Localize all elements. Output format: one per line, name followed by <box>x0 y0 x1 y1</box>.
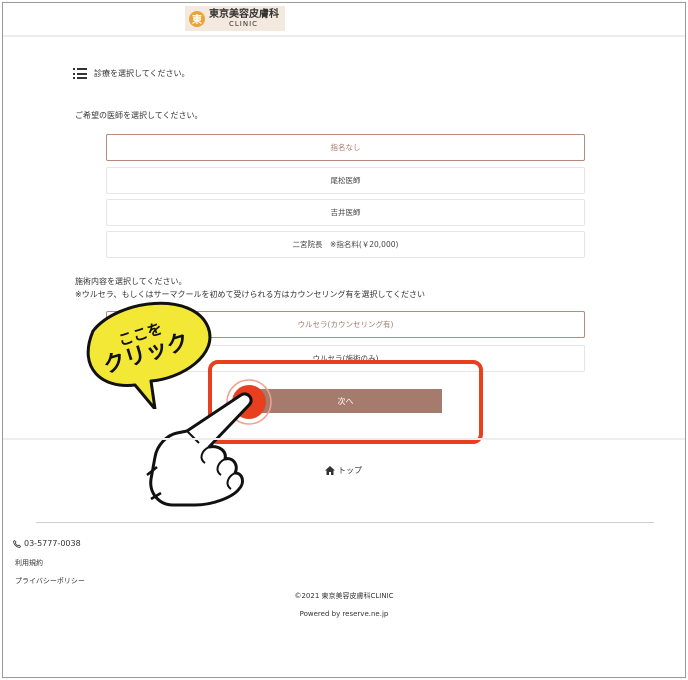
logo-name-en: CLINIC <box>229 19 259 28</box>
content-divider <box>3 438 685 440</box>
treatment-prompt-line1: 施術内容を選択してください。 <box>75 277 187 286</box>
doctor-option-yoshii[interactable]: 吉井医師 <box>106 199 585 226</box>
site-header: 東 東京美容皮膚科 CLINIC <box>3 3 685 37</box>
powered-by[interactable]: Powered by reserve.ne.jp <box>3 610 685 618</box>
treatment-prompt-line2: ※ウルセラ、もしくはサーマクールを初めて受けられる方はカウンセリング有を選択して… <box>75 290 426 299</box>
page-frame: 東 東京美容皮膚科 CLINIC 診療を選択してください。 ご希望の医師を選択し… <box>2 2 686 678</box>
doctor-prompt: ご希望の医師を選択してください。 <box>75 111 203 120</box>
copyright: ©2021 東京美容皮膚科CLINIC <box>294 592 394 600</box>
section-heading-text: 診療を選択してください。 <box>94 69 190 78</box>
phone-icon <box>13 539 21 548</box>
phone-number[interactable]: 03-5777-0038 <box>13 539 81 548</box>
clinic-logo[interactable]: 東 東京美容皮膚科 CLINIC <box>185 6 285 31</box>
doctor-option-omatsu[interactable]: 尾松医師 <box>106 167 585 194</box>
treatment-prompt: 施術内容を選択してください。 ※ウルセラ、もしくはサーマクールを初めて受けられる… <box>75 275 425 301</box>
doctor-option-ninomiya[interactable]: 二宮院長 ※指名料(￥20,000) <box>106 231 585 258</box>
list-icon <box>73 68 87 79</box>
footer-divider <box>36 522 654 523</box>
logo-name-jp: 東京美容皮膚科 <box>209 8 279 20</box>
top-link[interactable]: トップ <box>325 465 362 476</box>
privacy-link[interactable]: プライバシーポリシー <box>15 576 85 586</box>
terms-link[interactable]: 利用規約 <box>15 558 43 568</box>
section-heading: 診療を選択してください。 <box>73 68 190 79</box>
top-link-label: トップ <box>338 466 362 475</box>
home-icon <box>325 466 335 475</box>
pointing-hand-icon <box>146 392 253 507</box>
doctor-option-none[interactable]: 指名なし <box>106 134 585 161</box>
logo-mark-icon: 東 <box>189 10 205 27</box>
phone-text: 03-5777-0038 <box>24 539 81 548</box>
